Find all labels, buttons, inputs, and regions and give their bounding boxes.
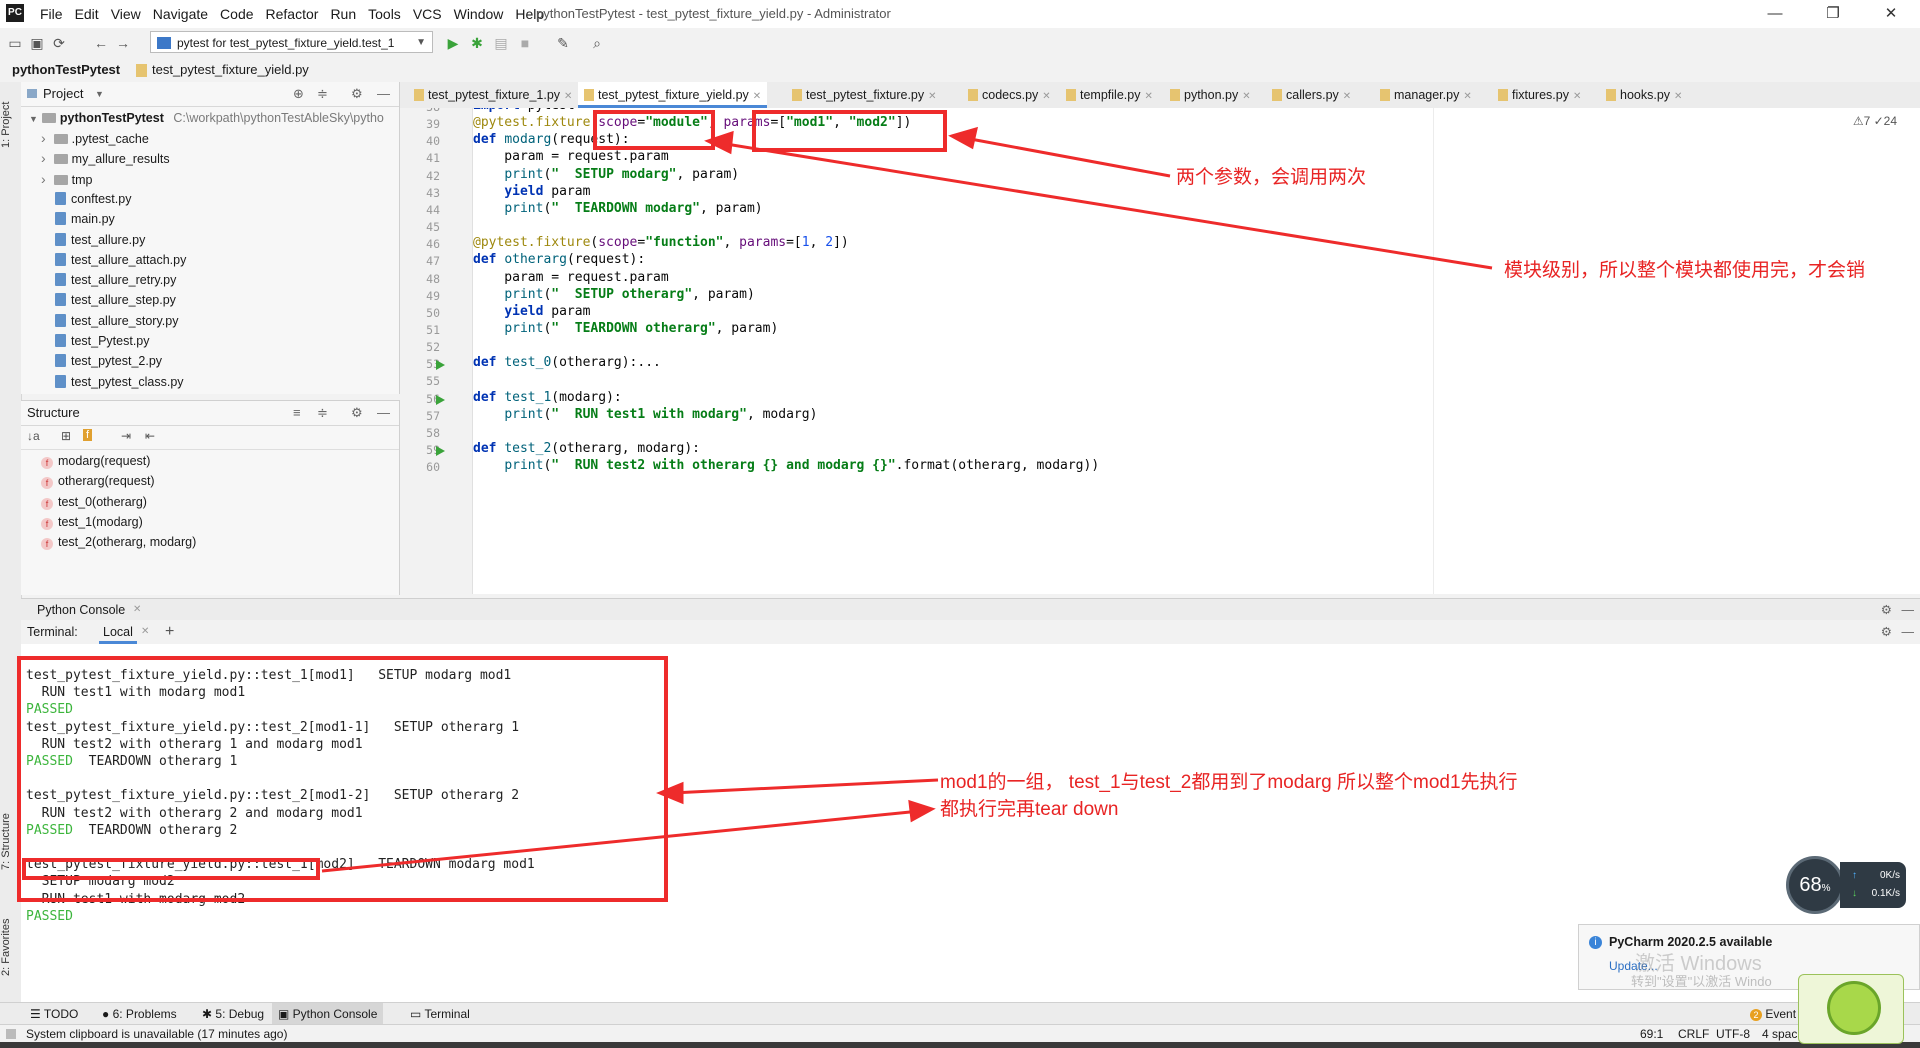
- annotation-module-level: 模块级别，所以整个模块都使用完，才会销: [1504, 260, 1866, 281]
- arrow-head-two-params: [948, 126, 979, 150]
- arrow-module-level: [719, 141, 1493, 270]
- arrow-mod1-group: [671, 778, 939, 795]
- annotation-mod1-group-line1: mod1的一组， test_1与test_2都用到了modarg 所以整个mod…: [940, 772, 1518, 793]
- arrow-teardown: [321, 809, 921, 873]
- arrow-two-params: [964, 136, 1171, 178]
- arrow-head-module-level: [704, 130, 734, 155]
- annotation-mod1-group-line2: 都执行完再tear down: [940, 799, 1119, 820]
- arrow-head-mod1-group: [656, 781, 684, 805]
- arrow-head-teardown: [908, 799, 936, 823]
- annotation-arrows: [321, 126, 1493, 873]
- annotation-two-params: 两个参数，会调用两次: [1176, 167, 1367, 188]
